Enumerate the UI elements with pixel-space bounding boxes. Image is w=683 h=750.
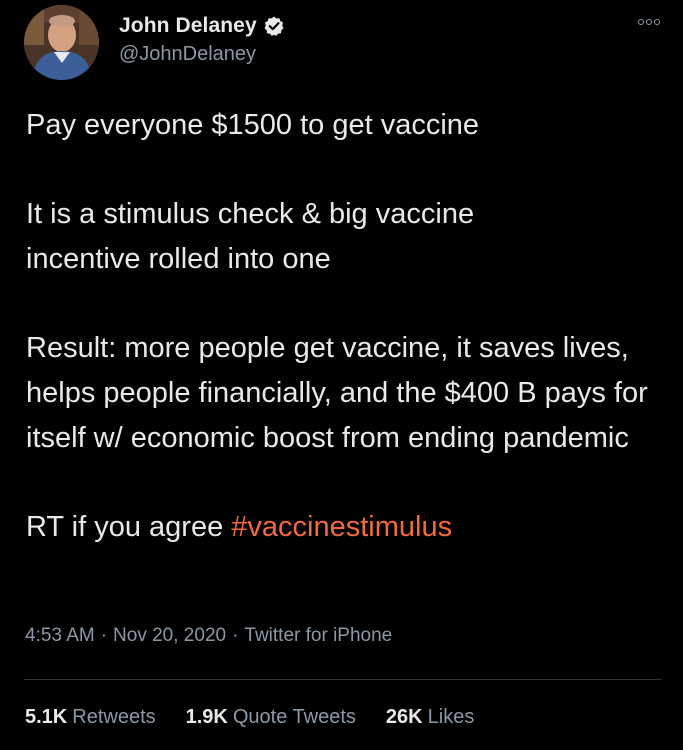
divider	[24, 679, 662, 680]
tweet-stats: 5.1K Retweets 1.9K Quote Tweets 26K Likes	[25, 706, 474, 729]
more-dot	[646, 19, 652, 25]
quote-tweets-count: 1.9K	[185, 706, 228, 728]
display-name-row: John Delaney	[119, 13, 285, 39]
likes-stat[interactable]: 26K Likes	[386, 706, 474, 729]
meta-separator: ·	[100, 625, 108, 646]
more-dot	[654, 19, 660, 25]
quote-tweets-stat[interactable]: 1.9K Quote Tweets	[186, 706, 356, 729]
tweet-paragraph-last: RT if you agree #vaccinestimulus	[26, 505, 666, 550]
more-dot	[638, 19, 644, 25]
likes-count: 26K	[385, 706, 423, 728]
tweet-card: John Delaney @JohnDelaney Pay everyone $…	[0, 0, 683, 750]
tweet-paragraph: Pay everyone $1500 to get vaccine	[26, 109, 480, 141]
author-info: John Delaney @JohnDelaney	[119, 13, 285, 66]
retweets-stat[interactable]: 5.1K Retweets	[25, 706, 156, 729]
hashtag-link[interactable]: #vaccinestimulus	[231, 511, 452, 543]
author-handle[interactable]: @JohnDelaney	[119, 43, 285, 66]
tweet-last-line-text: RT if you agree	[26, 511, 232, 543]
retweets-count: 5.1K	[25, 706, 68, 728]
tweet-paragraph: Result: more people get vaccine, it save…	[26, 332, 648, 454]
retweets-label: Retweets	[72, 706, 156, 728]
avatar[interactable]	[24, 5, 99, 80]
tweet-source[interactable]: Twitter for iPhone	[244, 625, 392, 647]
avatar-image	[24, 5, 99, 80]
verified-badge-icon	[263, 15, 285, 37]
tweet-meta: 4:53 AM · Nov 20, 2020 · Twitter for iPh…	[25, 625, 392, 647]
meta-separator: ·	[232, 625, 239, 646]
more-options-icon[interactable]	[638, 15, 664, 29]
tweet-text: Pay everyone $1500 to get vaccine It is …	[26, 103, 666, 550]
tweet-time[interactable]: 4:53 AM	[25, 625, 95, 647]
quote-tweets-label: Quote Tweets	[232, 706, 356, 728]
display-name[interactable]: John Delaney	[119, 14, 257, 38]
tweet-date[interactable]: Nov 20, 2020	[113, 625, 226, 647]
likes-label: Likes	[427, 706, 475, 728]
tweet-paragraph: It is a stimulus check & big vaccine inc…	[26, 198, 475, 275]
tweet-header: John Delaney @JohnDelaney	[24, 5, 664, 85]
